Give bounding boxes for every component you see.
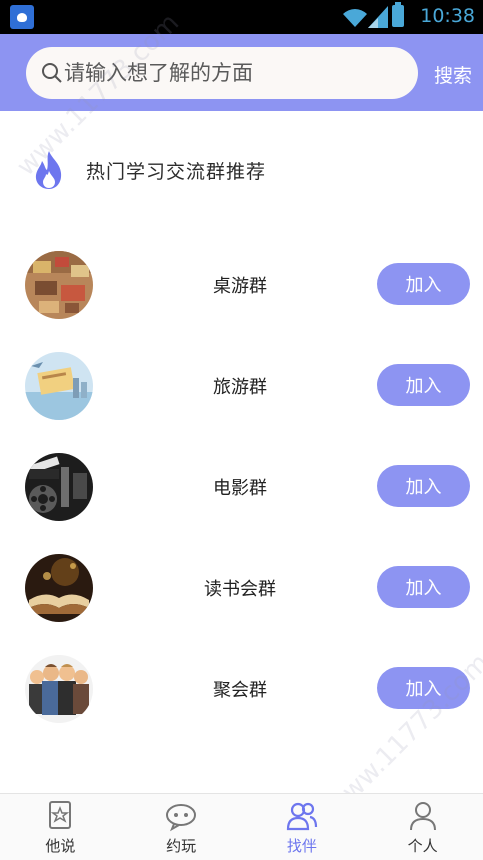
chat-face-icon — [166, 804, 197, 832]
join-button[interactable]: 加入 — [377, 263, 470, 305]
group-name: 电影群 — [213, 478, 267, 499]
group-list: 桌游群 加入 旅游群 加入 电影群 加入 读书会群 加入 聚会群 加入 — [0, 232, 483, 737]
group-row-board-games: 桌游群 加入 — [0, 232, 483, 333]
users-icon — [286, 802, 317, 831]
nav-tab-zhao-ban[interactable]: 找伴 — [242, 794, 363, 860]
clock: 10:38 — [420, 5, 475, 27]
group-row-book-club: 读书会群 加入 — [0, 535, 483, 636]
star-page-icon — [49, 801, 72, 829]
group-name: 旅游群 — [213, 377, 267, 398]
nav-label: 他说 — [45, 837, 76, 855]
search-box[interactable] — [26, 47, 418, 99]
bottom-nav: 他说 约玩 找伴 个人 — [0, 793, 483, 860]
person-icon — [409, 802, 436, 831]
book-avatar — [25, 554, 93, 622]
baidu-app-icon — [10, 5, 34, 29]
join-button[interactable]: 加入 — [377, 465, 470, 507]
nav-tab-ge-ren[interactable]: 个人 — [362, 794, 483, 860]
movie-avatar — [25, 453, 93, 521]
join-button[interactable]: 加入 — [377, 667, 470, 709]
group-row-travel: 旅游群 加入 — [0, 333, 483, 434]
search-button[interactable]: 搜索 — [434, 61, 472, 88]
group-name: 读书会群 — [204, 579, 276, 600]
section-header: 热门学习交流群推荐 — [30, 148, 266, 192]
nav-tab-ta-shuo[interactable]: 他说 — [0, 794, 121, 860]
signal-icon — [368, 6, 388, 28]
battery-icon — [392, 2, 404, 27]
board-game-avatar — [25, 251, 93, 319]
nav-label: 个人 — [407, 837, 438, 855]
join-button[interactable]: 加入 — [377, 364, 470, 406]
nav-tab-yue-wan[interactable]: 约玩 — [121, 794, 242, 860]
nav-label: 约玩 — [166, 837, 197, 855]
search-input[interactable] — [64, 53, 404, 93]
group-name: 桌游群 — [213, 276, 267, 297]
join-button[interactable]: 加入 — [377, 566, 470, 608]
search-icon — [42, 63, 62, 83]
fire-icon — [35, 151, 62, 189]
header: 搜索 — [0, 34, 483, 111]
group-row-gathering: 聚会群 加入 — [0, 636, 483, 737]
status-bar: 10:38 — [0, 0, 483, 34]
gathering-avatar — [25, 655, 93, 723]
wifi-icon — [343, 9, 367, 27]
travel-avatar — [25, 352, 93, 420]
nav-label: 找伴 — [286, 837, 317, 855]
group-name: 聚会群 — [213, 680, 267, 701]
section-title: 热门学习交流群推荐 — [86, 160, 267, 183]
group-row-movies: 电影群 加入 — [0, 434, 483, 535]
